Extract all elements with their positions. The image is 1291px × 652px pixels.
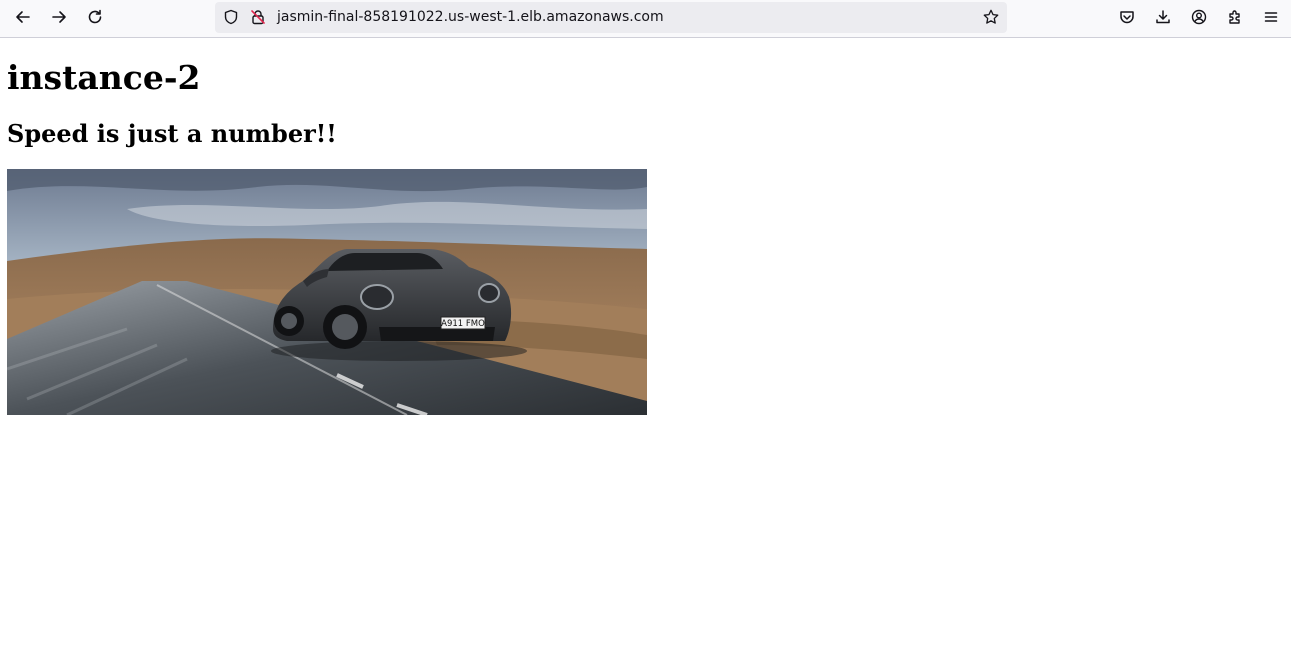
extensions-button[interactable] [1220,2,1250,32]
hero-image: A911 FMO [7,169,647,415]
app-menu-button[interactable] [1256,2,1286,32]
web-page: instance-2 Speed is just a number!! A911… [0,38,1291,652]
account-button[interactable] [1184,2,1214,32]
account-icon [1191,9,1207,25]
address-bar[interactable]: jasmin-final-858191022.us-west-1.elb.ama… [215,2,1007,33]
arrow-right-icon [52,11,66,23]
pocket-button[interactable] [1112,2,1142,32]
reload-icon [88,9,102,24]
puzzle-icon [1229,10,1240,24]
car-photo: A911 FMO [7,169,647,415]
insecure-lock-icon[interactable] [250,9,266,25]
arrow-left-icon [16,11,30,23]
back-button[interactable] [8,2,38,32]
page-subheading: Speed is just a number!! [7,119,337,148]
forward-button[interactable] [44,2,74,32]
star-icon[interactable] [983,9,999,25]
shield-icon[interactable] [223,9,239,25]
reload-button[interactable] [80,2,110,32]
download-icon [1156,10,1170,24]
pocket-icon [1120,11,1134,24]
page-heading: instance-2 [7,58,201,97]
downloads-button[interactable] [1148,2,1178,32]
url-text[interactable]: jasmin-final-858191022.us-west-1.elb.ama… [277,9,664,25]
hamburger-menu-icon [1264,12,1278,22]
browser-toolbar: jasmin-final-858191022.us-west-1.elb.ama… [0,0,1291,38]
license-plate-text: A911 FMO [441,319,485,329]
